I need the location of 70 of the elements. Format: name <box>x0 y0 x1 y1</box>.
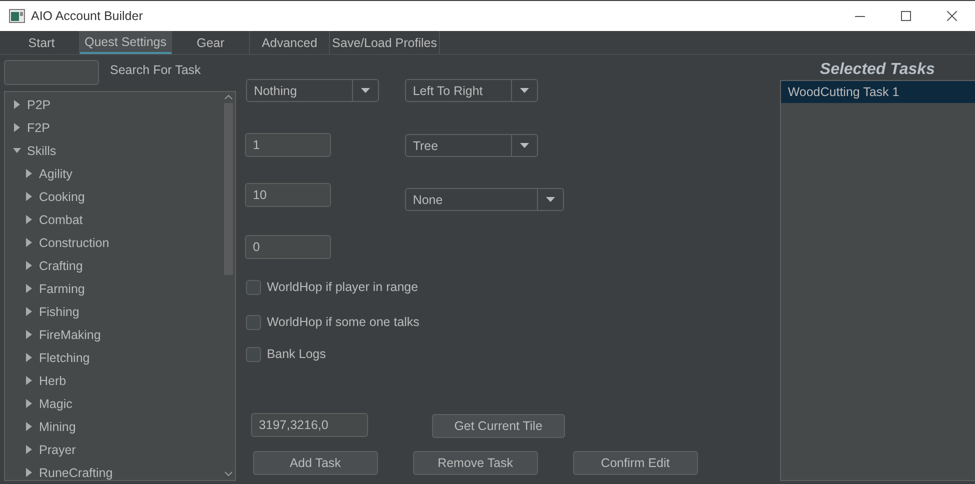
tab[interactable]: Quest Settings <box>80 31 172 54</box>
scroll-down-icon <box>224 471 233 477</box>
tree-item[interactable]: Fletching <box>39 350 90 364</box>
tree-item[interactable]: FireMaking <box>39 328 101 342</box>
expand-arrow-icon[interactable] <box>25 445 33 454</box>
dropdown[interactable]: Left To Right <box>404 79 538 102</box>
maximize-icon <box>901 11 911 21</box>
tab[interactable]: Save/Load Profiles <box>330 31 440 54</box>
expand-arrow-icon[interactable] <box>25 468 33 477</box>
expand-arrow-icon[interactable] <box>25 307 33 316</box>
search-field[interactable] <box>4 60 99 85</box>
coordinate-field[interactable]: 3197,3216,0 <box>250 413 368 437</box>
task-item[interactable]: WoodCutting Task 1 <box>780 81 975 103</box>
action-button[interactable]: Add Task <box>252 451 378 475</box>
dropdown[interactable]: None <box>404 188 564 211</box>
tree-item[interactable]: Mining <box>39 420 76 434</box>
tree-item[interactable]: Magic <box>39 396 72 410</box>
close-icon <box>947 11 957 21</box>
tree-item[interactable]: Herb <box>39 374 66 388</box>
checkbox-label: WorldHop if player in range <box>266 280 418 294</box>
expand-arrow-icon[interactable] <box>25 192 33 201</box>
dropdown[interactable]: Tree <box>404 134 538 157</box>
tree-item[interactable]: Prayer <box>39 442 76 456</box>
tree-item[interactable]: Construction <box>39 236 110 250</box>
expand-arrow-icon[interactable] <box>25 399 33 408</box>
action-button[interactable]: Confirm Edit <box>572 451 698 475</box>
tree-item[interactable]: Cooking <box>39 190 85 204</box>
checkbox[interactable] <box>246 280 261 294</box>
expand-arrow-icon[interactable] <box>25 238 33 247</box>
checkbox[interactable] <box>246 346 261 362</box>
tree-item[interactable]: Crafting <box>39 258 83 272</box>
checkbox[interactable] <box>246 314 261 330</box>
caret-icon <box>360 88 370 93</box>
expand-arrow-icon[interactable] <box>25 284 33 293</box>
expand-arrow-icon[interactable] <box>25 215 33 224</box>
expand-arrow-icon[interactable] <box>25 353 33 362</box>
input-field[interactable]: 1 <box>244 133 331 157</box>
app-icon <box>9 9 25 23</box>
expand-arrow-icon[interactable] <box>13 123 21 132</box>
tree-item[interactable]: Fishing <box>39 304 80 318</box>
tree-item[interactable]: RuneCrafting <box>39 466 113 480</box>
get-tile-button[interactable]: Get Current Tile <box>432 414 565 438</box>
tab[interactable]: Advanced <box>250 31 330 54</box>
expand-arrow-icon[interactable] <box>25 169 33 178</box>
tree-item[interactable]: Farming <box>39 282 85 296</box>
input-field[interactable]: 10 <box>244 183 331 207</box>
input-field[interactable]: 0 <box>244 235 331 259</box>
tree-item[interactable]: Skills <box>27 144 56 158</box>
caret-icon <box>520 88 529 93</box>
scroll-up-icon <box>224 94 233 100</box>
expand-arrow-icon[interactable] <box>25 376 33 385</box>
expand-arrow-icon[interactable] <box>25 261 33 270</box>
expand-arrow-icon[interactable] <box>25 330 33 339</box>
window-title: AIO Account Builder <box>31 9 143 23</box>
collapse-arrow-icon[interactable] <box>13 146 21 155</box>
tree-item[interactable]: Combat <box>39 212 83 226</box>
expand-arrow-icon[interactable] <box>25 422 33 431</box>
checkbox-label: Bank Logs <box>266 347 326 361</box>
tree-item[interactable]: P2P <box>27 98 51 112</box>
panel-title: Selected Tasks <box>818 60 936 79</box>
expand-arrow-icon[interactable] <box>13 100 21 109</box>
checkbox-label: WorldHop if some one talks <box>266 315 420 329</box>
dropdown[interactable]: Nothing <box>246 79 379 102</box>
tree-item[interactable]: F2P <box>27 120 50 134</box>
tree-item[interactable]: Agility <box>39 166 72 180</box>
caret-icon <box>520 143 529 148</box>
caret-icon <box>546 197 555 202</box>
search-label: Search For Task <box>110 63 201 77</box>
tab[interactable]: Gear <box>172 31 250 54</box>
action-button[interactable]: Remove Task <box>412 451 538 475</box>
